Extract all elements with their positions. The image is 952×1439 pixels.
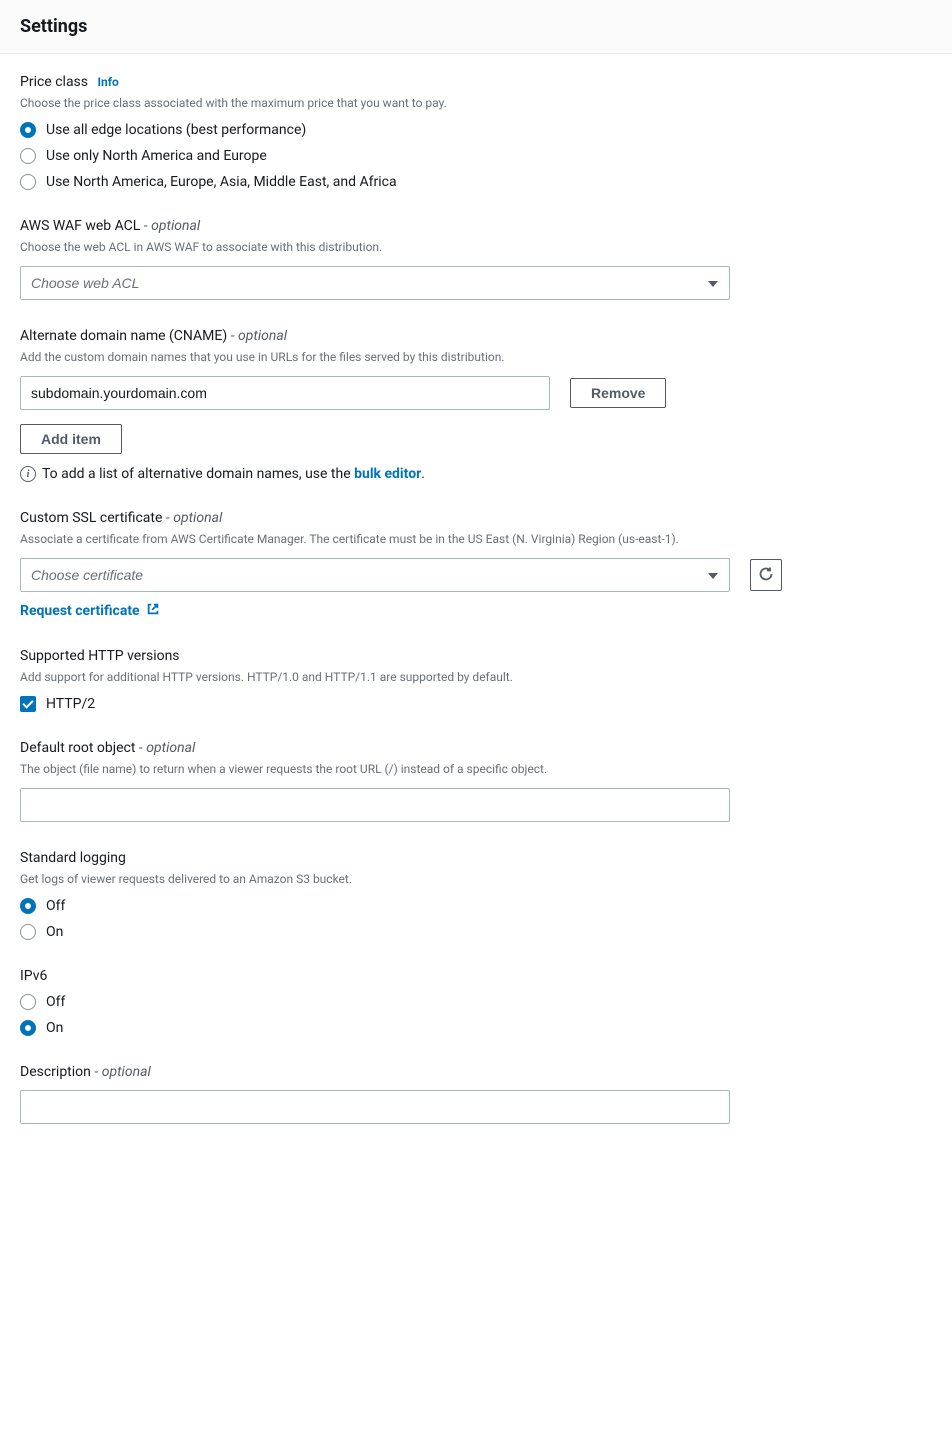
logging-option-label: On xyxy=(46,924,63,940)
cname-section: Alternate domain name (CNAME)optional Ad… xyxy=(20,328,932,482)
ipv6-radio-off[interactable]: Off xyxy=(20,994,932,1010)
ssl-cert-select[interactable]: Choose certificate xyxy=(20,558,730,592)
ipv6-radio-on[interactable]: On xyxy=(20,1020,932,1036)
optional-tag: optional xyxy=(91,1064,151,1080)
root-object-section: Default root objectoptional The object (… xyxy=(20,740,932,822)
optional-tag: optional xyxy=(227,328,287,344)
optional-tag: optional xyxy=(162,510,222,526)
http2-checkbox[interactable]: HTTP/2 xyxy=(20,696,932,712)
ipv6-option-label: On xyxy=(46,1020,63,1036)
description-field-section: Descriptionoptional xyxy=(20,1064,932,1124)
radio-checked-icon xyxy=(20,122,36,138)
price-class-info-link[interactable]: Info xyxy=(98,75,119,89)
http-versions-description: Add support for additional HTTP versions… xyxy=(20,668,932,686)
optional-tag: optional xyxy=(140,218,200,234)
refresh-icon xyxy=(758,566,774,585)
price-class-radio-na-eu[interactable]: Use only North America and Europe xyxy=(20,148,932,164)
radio-unchecked-icon xyxy=(20,994,36,1010)
external-link-icon xyxy=(146,602,160,620)
radio-unchecked-icon xyxy=(20,174,36,190)
cname-input[interactable] xyxy=(20,376,550,410)
refresh-button[interactable] xyxy=(750,559,782,591)
logging-label: Standard logging xyxy=(20,850,126,866)
remove-button[interactable]: Remove xyxy=(570,378,666,408)
price-class-radio-na-eu-asia[interactable]: Use North America, Europe, Asia, Middle … xyxy=(20,174,932,190)
cname-description: Add the custom domain names that you use… xyxy=(20,348,932,366)
price-class-description: Choose the price class associated with t… xyxy=(20,94,932,112)
price-class-option-label: Use all edge locations (best performance… xyxy=(46,122,306,138)
logging-description: Get logs of viewer requests delivered to… xyxy=(20,870,932,888)
description-field-label: Description xyxy=(20,1064,91,1080)
period: . xyxy=(421,466,425,482)
ssl-cert-description: Associate a certificate from AWS Certifi… xyxy=(20,530,932,548)
logging-option-label: Off xyxy=(46,898,65,914)
radio-checked-icon xyxy=(20,898,36,914)
ipv6-option-label: Off xyxy=(46,994,65,1010)
cname-label: Alternate domain name (CNAME) xyxy=(20,328,227,344)
ipv6-section: IPv6 Off On xyxy=(20,968,932,1036)
price-class-option-label: Use North America, Europe, Asia, Middle … xyxy=(46,174,397,190)
bulk-editor-link[interactable]: bulk editor xyxy=(354,466,421,482)
add-item-button[interactable]: Add item xyxy=(20,424,122,454)
http-versions-label: Supported HTTP versions xyxy=(20,648,180,664)
waf-acl-section: AWS WAF web ACLoptional Choose the web A… xyxy=(20,218,932,300)
cname-info-text: To add a list of alternative domain name… xyxy=(42,466,354,482)
root-object-label: Default root object xyxy=(20,740,135,756)
radio-unchecked-icon xyxy=(20,148,36,164)
waf-acl-description: Choose the web ACL in AWS WAF to associa… xyxy=(20,238,932,256)
radio-checked-icon xyxy=(20,1020,36,1036)
ssl-cert-section: Custom SSL certificateoptional Associate… xyxy=(20,510,932,620)
waf-acl-label: AWS WAF web ACL xyxy=(20,218,140,234)
description-input[interactable] xyxy=(20,1090,730,1124)
price-class-label: Price class xyxy=(20,74,88,90)
price-class-option-label: Use only North America and Europe xyxy=(46,148,267,164)
settings-header: Settings xyxy=(0,0,952,54)
waf-acl-select[interactable]: Choose web ACL xyxy=(20,266,730,300)
optional-tag: optional xyxy=(135,740,195,756)
price-class-section: Price class Info Choose the price class … xyxy=(20,74,932,190)
checkbox-checked-icon xyxy=(20,696,36,712)
logging-radio-on[interactable]: On xyxy=(20,924,932,940)
logging-radio-off[interactable]: Off xyxy=(20,898,932,914)
price-class-radio-all[interactable]: Use all edge locations (best performance… xyxy=(20,122,932,138)
root-object-description: The object (file name) to return when a … xyxy=(20,760,932,778)
http2-label: HTTP/2 xyxy=(46,696,95,712)
info-icon: i xyxy=(20,466,36,482)
ipv6-label: IPv6 xyxy=(20,968,47,984)
root-object-input[interactable] xyxy=(20,788,730,822)
logging-section: Standard logging Get logs of viewer requ… xyxy=(20,850,932,940)
request-cert-label: Request certificate xyxy=(20,603,140,619)
ssl-cert-label: Custom SSL certificate xyxy=(20,510,162,526)
radio-unchecked-icon xyxy=(20,924,36,940)
request-certificate-link[interactable]: Request certificate xyxy=(20,602,932,620)
page-title: Settings xyxy=(20,16,932,37)
http-versions-section: Supported HTTP versions Add support for … xyxy=(20,648,932,712)
